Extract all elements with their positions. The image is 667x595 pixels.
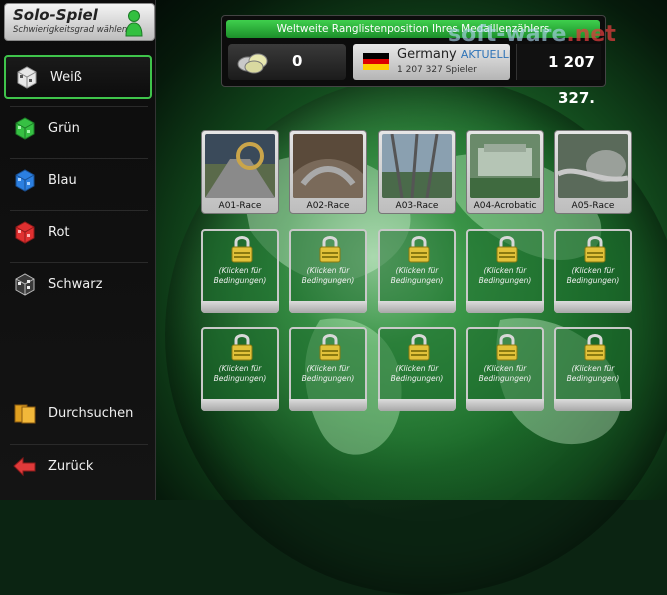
track-thumbnail xyxy=(558,134,628,198)
sidebar-item-black[interactable]: Schwarz xyxy=(4,262,152,306)
country-selector[interactable]: Germany AKTUELLE 1 207 327 Spieler xyxy=(353,44,510,80)
player-icon xyxy=(125,10,143,37)
mode-header: Solo-Spiel Schwierigkeitsgrad wählen xyxy=(4,3,155,41)
track-name: A02-Race xyxy=(306,201,350,211)
medal-count: 0 xyxy=(292,52,303,70)
lock-icon xyxy=(496,334,518,361)
sidebar-item-label: Blau xyxy=(48,172,77,188)
locked-track-card[interactable]: (Klicken für Bedingungen) xyxy=(554,229,632,313)
lock-icon xyxy=(584,334,606,361)
track-name: A05-Race xyxy=(571,201,615,211)
locked-track-card[interactable]: (Klicken für Bedingungen) xyxy=(201,327,279,411)
unlock-conditions-text: (Klicken für Bedingungen) xyxy=(478,364,532,383)
locked-track-card[interactable]: (Klicken für Bedingungen) xyxy=(289,229,367,313)
card-base xyxy=(201,399,279,411)
unlock-conditions-text: (Klicken für Bedingungen) xyxy=(566,266,620,285)
track-card-a04[interactable]: A04-Acrobatic xyxy=(466,130,544,214)
track-card-a02[interactable]: A02-Race xyxy=(289,130,367,214)
blue-cube-icon xyxy=(15,169,35,192)
sidebar-item-label: Schwarz xyxy=(48,276,103,292)
lock-icon xyxy=(231,236,253,263)
lock-icon xyxy=(319,236,341,263)
card-base xyxy=(289,399,367,411)
lock-icon xyxy=(584,236,606,263)
card-base xyxy=(201,301,279,313)
player-count: 1 207 327 Spieler xyxy=(397,65,477,75)
track-card-a01[interactable]: A01-Race xyxy=(201,130,279,214)
locked-track-card[interactable]: (Klicken für Bedingungen) xyxy=(289,327,367,411)
lock-icon xyxy=(408,236,430,263)
country-name: Germany AKTUELLE xyxy=(397,47,510,62)
sidebar-item-label: Grün xyxy=(48,120,80,136)
card-base xyxy=(289,301,367,313)
white-cube-icon xyxy=(17,66,37,89)
unlock-conditions-text: (Klicken für Bedingungen) xyxy=(566,364,620,383)
unlock-conditions-text: (Klicken für Bedingungen) xyxy=(213,266,267,285)
card-base xyxy=(378,399,456,411)
locked-track-card[interactable]: (Klicken für Bedingungen) xyxy=(201,229,279,313)
folder-icon xyxy=(14,404,36,424)
card-base xyxy=(554,301,632,313)
sidebar-item-label: Weiß xyxy=(50,69,82,85)
sidebar: Solo-Spiel Schwierigkeitsgrad wählen Wei… xyxy=(0,0,156,500)
current-label: AKTUELLE xyxy=(460,48,510,61)
track-name: A03-Race xyxy=(395,201,439,211)
browse-label: Durchsuchen xyxy=(48,405,134,421)
unlock-conditions-text: (Klicken für Bedingungen) xyxy=(301,266,355,285)
mode-title: Solo-Spiel xyxy=(13,6,98,24)
track-thumbnail xyxy=(205,134,275,198)
locked-track-card[interactable]: (Klicken für Bedingungen) xyxy=(466,229,544,313)
medal-counter[interactable]: 0 xyxy=(228,44,346,80)
lock-icon xyxy=(408,334,430,361)
lock-icon xyxy=(319,334,341,361)
green-cube-icon xyxy=(15,117,35,140)
card-base xyxy=(554,399,632,411)
lock-icon xyxy=(231,334,253,361)
sidebar-item-blue[interactable]: Blau xyxy=(4,158,152,202)
black-cube-icon xyxy=(15,273,35,296)
track-thumbnail xyxy=(293,134,363,198)
track-thumbnail xyxy=(470,134,540,198)
red-cube-icon xyxy=(15,221,35,244)
rank-position: 1 207 327. xyxy=(516,44,601,107)
unlock-conditions-text: (Klicken für Bedingungen) xyxy=(213,364,267,383)
card-base xyxy=(378,301,456,313)
unlock-conditions-text: (Klicken für Bedingungen) xyxy=(390,364,444,383)
locked-track-card[interactable]: (Klicken für Bedingungen) xyxy=(554,327,632,411)
lock-icon xyxy=(496,236,518,263)
unlock-conditions-text: (Klicken für Bedingungen) xyxy=(390,266,444,285)
track-name: A04-Acrobatic xyxy=(473,201,537,211)
unlock-conditions-text: (Klicken für Bedingungen) xyxy=(301,364,355,383)
germany-flag-icon xyxy=(363,53,389,70)
track-thumbnail xyxy=(382,134,452,198)
sidebar-item-green[interactable]: Grün xyxy=(4,106,152,150)
track-card-a05[interactable]: A05-Race xyxy=(554,130,632,214)
track-name: A01-Race xyxy=(218,201,262,211)
back-arrow-icon xyxy=(13,456,36,477)
watermark: soft-ware.net xyxy=(448,22,616,47)
sidebar-item-white[interactable]: Weiß xyxy=(4,55,152,99)
sidebar-item-label: Rot xyxy=(48,224,70,240)
back-label: Zurück xyxy=(48,458,94,474)
back-button[interactable]: Zurück xyxy=(4,444,152,488)
browse-button[interactable]: Durchsuchen xyxy=(4,391,152,435)
mode-subtitle: Schwierigkeitsgrad wählen xyxy=(13,25,128,35)
sidebar-item-red[interactable]: Rot xyxy=(4,210,152,254)
medals-icon xyxy=(237,53,268,74)
card-base xyxy=(466,301,544,313)
locked-track-card[interactable]: (Klicken für Bedingungen) xyxy=(378,229,456,313)
locked-track-card[interactable]: (Klicken für Bedingungen) xyxy=(466,327,544,411)
card-base xyxy=(466,399,544,411)
track-card-a03[interactable]: A03-Race xyxy=(378,130,456,214)
locked-track-card[interactable]: (Klicken für Bedingungen) xyxy=(378,327,456,411)
unlock-conditions-text: (Klicken für Bedingungen) xyxy=(478,266,532,285)
